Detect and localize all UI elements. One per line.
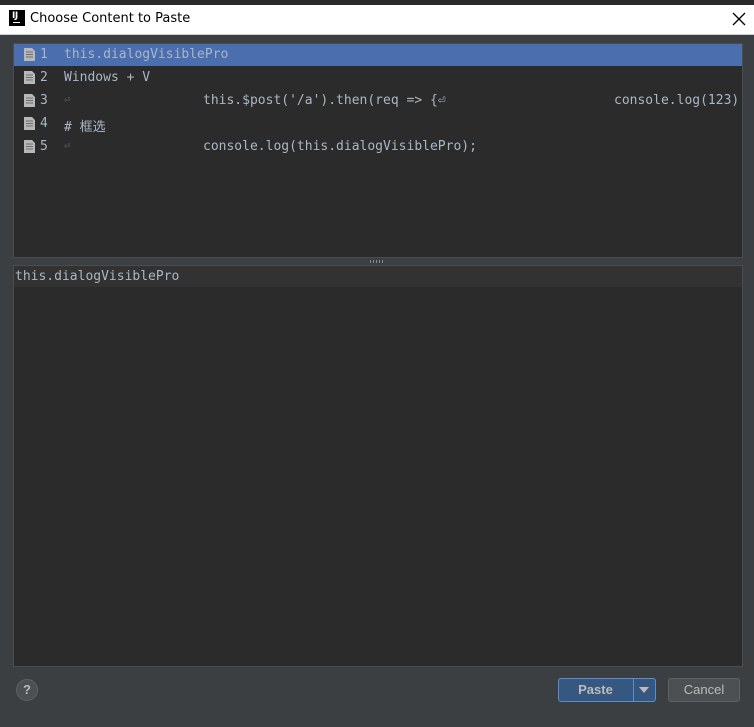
item-text-continued: console.log(123) — [614, 93, 740, 108]
item-text: this.dialogVisiblePro — [64, 47, 229, 62]
text-file-icon — [24, 94, 35, 107]
line-break-icon: ⏎ — [64, 139, 71, 152]
line-break-icon: ⏎ — [64, 93, 71, 106]
close-icon — [732, 12, 746, 26]
item-text: # 框选 — [64, 120, 106, 135]
cancel-button[interactable]: Cancel — [668, 678, 740, 702]
clipboard-item[interactable]: 5 ⏎ console.log(this.dialogVisiblePro); — [14, 136, 742, 158]
item-text: Windows + V — [64, 70, 151, 85]
text-file-icon — [24, 117, 35, 130]
chevron-down-icon — [639, 687, 649, 693]
item-number: 5 — [40, 139, 48, 154]
help-button[interactable]: ? — [16, 679, 38, 701]
text-file-icon — [24, 71, 35, 84]
item-number: 2 — [40, 70, 48, 85]
clipboard-item[interactable]: 2 Windows + V — [14, 67, 742, 89]
dialog-title: Choose Content to Paste — [30, 11, 191, 26]
app-icon-text: IJ — [12, 11, 18, 21]
paste-button-label: Paste — [578, 682, 613, 697]
close-button[interactable] — [726, 7, 752, 31]
dialog-body: 1 this.dialogVisiblePro 2 Windows + V 3 … — [0, 35, 754, 727]
paste-options-dropdown[interactable] — [634, 679, 655, 701]
clipboard-item[interactable]: 3 ⏎ this.$post('/a').then(req => {⏎ cons… — [14, 90, 742, 112]
content-preview[interactable]: this.dialogVisiblePro — [13, 265, 743, 667]
splitter-grip-icon — [370, 260, 384, 263]
item-number: 4 — [40, 116, 48, 131]
preview-current-line: this.dialogVisiblePro — [14, 266, 742, 287]
clipboard-history-list[interactable]: 1 this.dialogVisiblePro 2 Windows + V 3 … — [13, 43, 743, 258]
panel-splitter[interactable] — [13, 258, 743, 265]
item-text: console.log(this.dialogVisiblePro); — [203, 139, 477, 154]
item-text: this.$post('/a').then(req => {⏎ — [203, 93, 446, 108]
clipboard-item[interactable]: 4 # 框选 — [14, 113, 742, 135]
item-number: 1 — [40, 47, 48, 62]
intellij-app-icon: IJ — [9, 10, 25, 26]
title-bar: IJ Choose Content to Paste — [0, 5, 754, 35]
text-file-icon — [24, 140, 35, 153]
paste-button[interactable]: Paste — [558, 678, 656, 702]
text-file-icon — [24, 48, 35, 61]
preview-text: this.dialogVisiblePro — [15, 269, 180, 284]
item-number: 3 — [40, 93, 48, 108]
clipboard-item[interactable]: 1 this.dialogVisiblePro — [14, 44, 742, 66]
